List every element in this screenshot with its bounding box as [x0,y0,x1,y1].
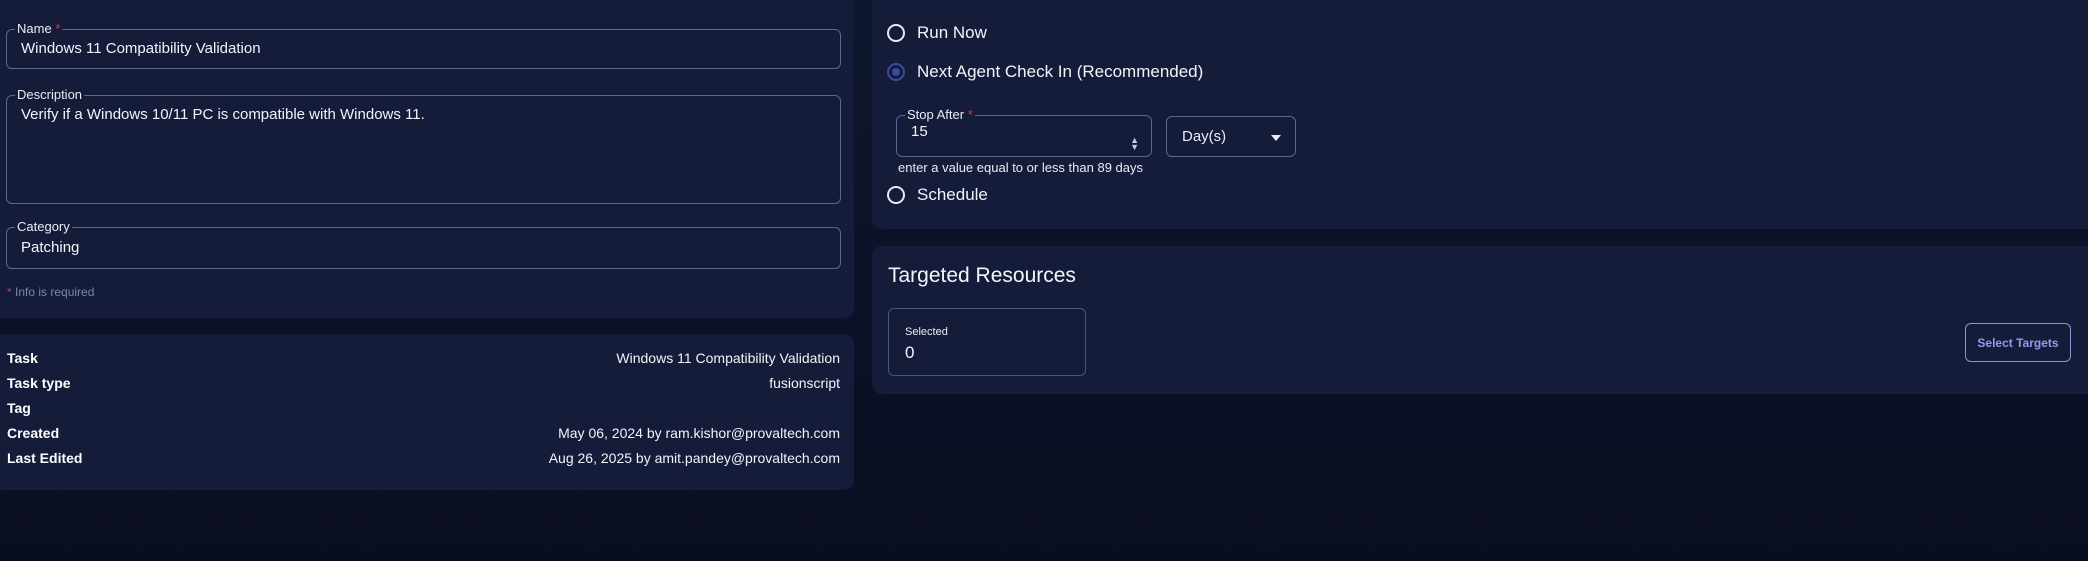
select-targets-button[interactable]: Select Targets [1965,323,2071,362]
next-checkin-option[interactable]: Next Agent Check In (Recommended) [887,62,1203,82]
schedule-radio[interactable] [887,186,905,204]
next-checkin-label: Next Agent Check In (Recommended) [917,62,1204,81]
detail-value: Windows 11 Compatibility Validation [616,350,840,366]
run-now-radio[interactable] [887,24,905,42]
detail-value: May 06, 2024 by ram.kishor@provaltech.co… [558,425,840,441]
caret-down-icon [1271,135,1281,141]
unit-select-value: Day(s) [1182,128,1227,145]
next-checkin-radio[interactable] [887,63,905,81]
detail-key: Tag [7,400,31,416]
required-note: * Info is required [7,285,94,299]
targets-title: Targeted Resources [888,264,1076,287]
stop-after-unit-select[interactable]: Day(s) [1166,116,1296,157]
detail-key: Created [7,425,60,441]
detail-value: Aug 26, 2025 by amit.pandey@provaltech.c… [548,450,840,466]
schedule-option[interactable]: Schedule [887,185,988,205]
required-asterisk: * [7,285,12,299]
name-field[interactable]: Name * Windows 11 Compatibility Validati… [6,22,841,69]
stop-after-hint: enter a value equal to or less than 89 d… [898,160,1143,175]
name-input[interactable]: Windows 11 Compatibility Validation [21,40,840,57]
required-asterisk: * [967,107,973,122]
stop-after-label: Stop After * [907,107,973,122]
run-now-option[interactable]: Run Now [887,23,987,43]
detail-row-created: Created May 06, 2024 by ram.kishor@prova… [7,425,840,449]
detail-key: Last Edited [7,450,83,466]
name-label: Name * [17,21,61,36]
category-input[interactable]: Patching [21,239,840,256]
detail-row-tag: Tag [7,400,840,424]
run-now-label: Run Now [917,23,987,42]
stepper-icon[interactable]: ▲ ▼ [1130,136,1139,152]
detail-row-task: Task Windows 11 Compatibility Validation [7,350,840,374]
selected-label: Selected [905,326,948,338]
stop-after-input[interactable]: 15 [911,123,1151,140]
detail-row-task-type: Task type fusionscript [7,375,840,399]
description-input[interactable]: Verify if a Windows 10/11 PC is compatib… [21,106,840,123]
detail-value: fusionscript [769,375,840,391]
description-label: Description [17,87,83,102]
description-field[interactable]: Description Verify if a Windows 10/11 PC… [6,88,841,204]
schedule-label: Schedule [917,185,988,204]
detail-key: Task type [7,375,71,391]
required-asterisk: * [55,21,61,36]
selected-count-box: Selected 0 [888,308,1086,376]
category-label: Category [17,219,70,234]
detail-row-last-edited: Last Edited Aug 26, 2025 by amit.pandey@… [7,450,840,474]
detail-key: Task [7,350,38,366]
selected-count: 0 [905,343,915,362]
category-field[interactable]: Category Patching [6,220,841,269]
stop-after-field[interactable]: Stop After * 15 ▲ ▼ [896,108,1152,157]
required-note-text: Info is required [15,285,95,299]
